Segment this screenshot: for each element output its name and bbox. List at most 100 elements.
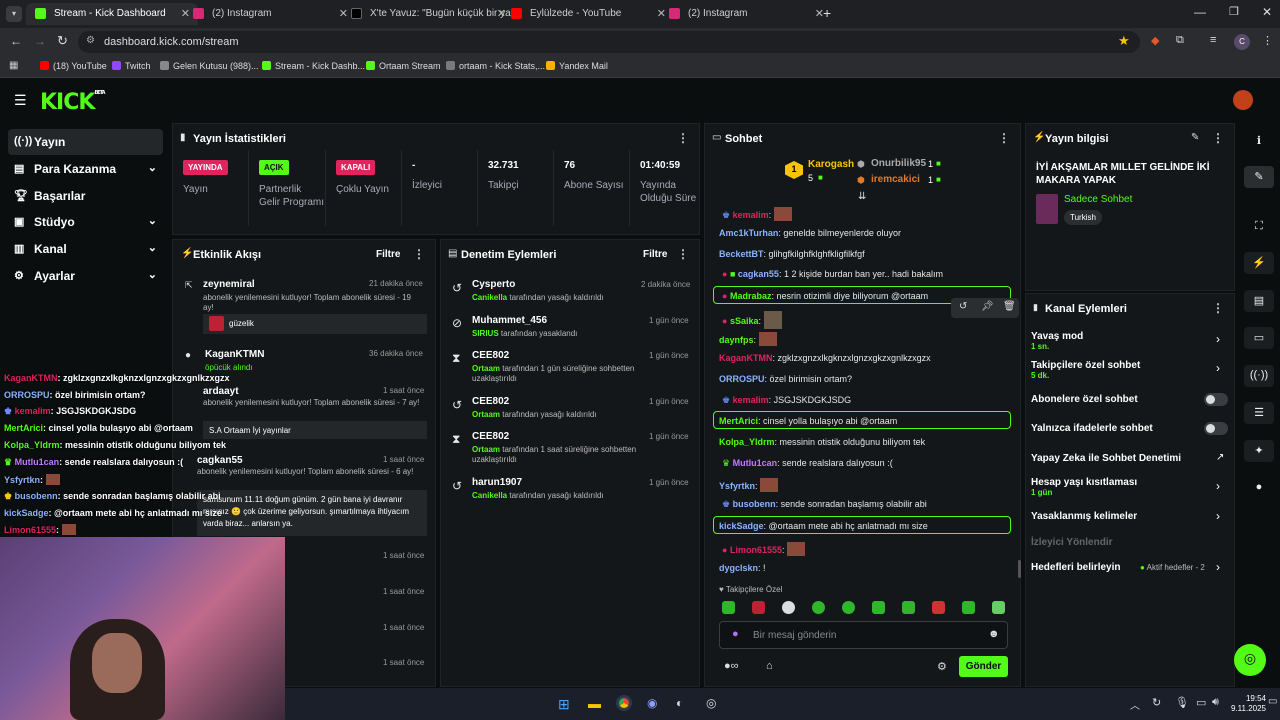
info-icon[interactable]: ℹ: [1244, 130, 1274, 152]
sidebar-item-yayin[interactable]: ((·)) Yayın: [8, 129, 163, 155]
tab-instagram-2[interactable]: (2) Instagram ✕: [660, 3, 832, 25]
bookmark-yandex-mail[interactable]: Yandex Mail: [546, 61, 608, 71]
chat-icon[interactable]: ▭: [1244, 327, 1274, 349]
bookmark-star-icon[interactable]: ★: [1118, 33, 1130, 49]
chat-username[interactable]: Kolpa_Yldrm: [719, 437, 775, 447]
reload-icon[interactable]: ↻: [57, 33, 68, 49]
windows-start-icon[interactable]: ⊞: [558, 696, 570, 713]
volume-icon[interactable]: 🔊︎: [1212, 696, 1219, 709]
sidebar-item-ayarlar[interactable]: ⚙ Ayarlar ⌄: [8, 263, 163, 289]
bookmark-ortaam-stream[interactable]: Ortaam Stream: [366, 61, 441, 71]
taskbar-clock[interactable]: 19:54 9.11.2025: [1231, 694, 1266, 714]
chat-message-input[interactable]: ● Bir mesaj gönderin ☻: [719, 621, 1008, 649]
bookmark-youtube[interactable]: (18) YouTube: [40, 61, 107, 71]
chat-username[interactable]: Madrabaz: [730, 291, 772, 301]
emote-button[interactable]: [842, 601, 855, 614]
hamburger-menu-icon[interactable]: ☰: [14, 92, 27, 109]
tab-youtube[interactable]: Eylülzede - YouTube ✕: [502, 3, 674, 25]
chat-username[interactable]: Ysfyrtkn: [719, 481, 755, 491]
sidebar-item-studyo[interactable]: ▣ Stüdyo ⌄: [8, 209, 163, 235]
external-link-icon[interactable]: ↗: [1216, 452, 1224, 463]
points-icon[interactable]: ●∞: [724, 660, 739, 672]
apps-grid-icon[interactable]: ▦: [9, 60, 18, 71]
emote-button[interactable]: [992, 601, 1005, 614]
url-input[interactable]: ⚙ dashboard.kick.com/stream: [78, 31, 1140, 53]
kick-logo[interactable]: KICKBETA: [40, 90, 106, 115]
action-slow-mode[interactable]: Yavaş mod 1 sn.: [1031, 331, 1083, 351]
emote-button[interactable]: [782, 601, 795, 614]
chat-username[interactable]: Limon61555: [730, 545, 782, 555]
chat-username[interactable]: Mutlu1can: [733, 458, 778, 468]
chevron-right-icon[interactable]: ›: [1216, 479, 1220, 493]
notifications-icon[interactable]: ▭: [1268, 696, 1277, 707]
chat-username[interactable]: dygclskn: [719, 563, 758, 573]
chat-username[interactable]: ORROSPU: [719, 374, 765, 384]
chat-username[interactable]: Amc1kTurhan: [719, 228, 778, 238]
expand-leaderboard-icon[interactable]: ⇊: [858, 191, 866, 202]
more-options-icon[interactable]: ⋮: [1212, 301, 1224, 315]
chat-username[interactable]: cagkan55: [738, 269, 779, 279]
send-button[interactable]: Gönder: [959, 656, 1008, 677]
emote-button[interactable]: [962, 601, 975, 614]
lightning-icon[interactable]: ⚡: [1244, 252, 1274, 274]
action-ai-moderation[interactable]: Yapay Zeka ile Sohbet Denetimi: [1031, 453, 1181, 464]
emote-button[interactable]: [932, 601, 945, 614]
chat-scrollbar[interactable]: [1018, 560, 1021, 578]
microphone-icon[interactable]: ●: [732, 628, 739, 640]
bookmark-twitch[interactable]: Twitch: [112, 61, 151, 71]
maximize-window-button[interactable]: ❐: [1229, 5, 1239, 18]
category-link[interactable]: Sadece Sohbet: [1064, 194, 1132, 205]
edit-pencil-icon[interactable]: ✎: [1191, 132, 1199, 143]
extensions-puzzle-icon[interactable]: ⧉: [1176, 34, 1184, 47]
filter-button[interactable]: Filtre: [643, 249, 667, 260]
tab-x[interactable]: X'te Yavuz: "Bugün küçük bir ya ✕: [342, 3, 514, 25]
more-options-icon[interactable]: ⋮: [998, 131, 1010, 145]
chevron-right-icon[interactable]: ›: [1216, 560, 1220, 574]
action-account-age[interactable]: Hesap yaşı kısıtlaması 1 gün: [1031, 477, 1137, 497]
steam-icon[interactable]: ◐: [676, 696, 683, 710]
tab-instagram[interactable]: (2) Instagram ✕: [184, 3, 356, 25]
emote-button[interactable]: [812, 601, 825, 614]
tab-menu-button[interactable]: ▾: [6, 6, 22, 22]
sidebar-item-basarilar[interactable]: 🏆︎ Başarılar: [8, 183, 163, 209]
user-avatar[interactable]: [1233, 90, 1253, 110]
chat-username[interactable]: kickSadge: [719, 521, 764, 531]
back-icon[interactable]: ←: [10, 34, 22, 48]
action-emotes-only[interactable]: Yalnızca ifadelerle sohbet: [1031, 423, 1153, 434]
more-options-icon[interactable]: ⋮: [677, 131, 689, 145]
chat-username[interactable]: KaganKTMN: [719, 353, 773, 363]
tab-kick-dashboard[interactable]: Stream - Kick Dashboard ✕: [26, 3, 198, 25]
store-icon[interactable]: ⌂: [766, 660, 773, 672]
clipboard-icon[interactable]: ▤: [1244, 290, 1274, 312]
bookmark-mail[interactable]: Gelen Kutusu (988)...: [160, 61, 259, 71]
action-followers-only[interactable]: Takipçilere özel sohbet 5 dk.: [1031, 360, 1140, 380]
close-window-button[interactable]: ✕: [1262, 5, 1272, 19]
delete-icon[interactable]: 🗑︎: [1003, 301, 1016, 312]
chat-username[interactable]: BeckettBT: [719, 249, 764, 259]
timeout-icon[interactable]: ↺: [959, 301, 967, 312]
chat-username[interactable]: kemalim: [733, 395, 769, 405]
more-options-icon[interactable]: ⋮: [1212, 131, 1224, 145]
chrome-icon[interactable]: [616, 695, 632, 711]
tray-chevron-icon[interactable]: ︿: [1130, 697, 1140, 712]
action-goals[interactable]: Hedefleri belirleyin: [1031, 562, 1120, 573]
emoji-picker-icon[interactable]: ☻: [988, 628, 1000, 640]
reading-list-icon[interactable]: ≡: [1210, 34, 1216, 46]
broadcast-icon[interactable]: ((·)): [1244, 365, 1274, 387]
bookmark-kick-dashboard[interactable]: Stream - Kick Dashb...: [262, 61, 365, 71]
filter-button[interactable]: Filtre: [376, 249, 400, 260]
chat-username[interactable]: sSaika: [730, 316, 759, 326]
site-info-icon[interactable]: ⚙: [86, 35, 95, 46]
discord-icon[interactable]: ◉: [647, 696, 657, 710]
chevron-right-icon[interactable]: ›: [1216, 332, 1220, 346]
chevron-right-icon[interactable]: ›: [1216, 361, 1220, 375]
wrench-icon[interactable]: ✦: [1244, 440, 1274, 462]
file-explorer-icon[interactable]: ▬: [588, 696, 601, 711]
list-icon[interactable]: ☰: [1244, 402, 1274, 424]
emote-button[interactable]: [872, 601, 885, 614]
chat-settings-icon[interactable]: ⚙: [937, 660, 947, 673]
new-tab-button[interactable]: +: [823, 5, 831, 21]
share-icon[interactable]: ●: [1244, 477, 1274, 499]
chat-username[interactable]: busobenn: [733, 499, 776, 509]
emote-button[interactable]: [902, 601, 915, 614]
